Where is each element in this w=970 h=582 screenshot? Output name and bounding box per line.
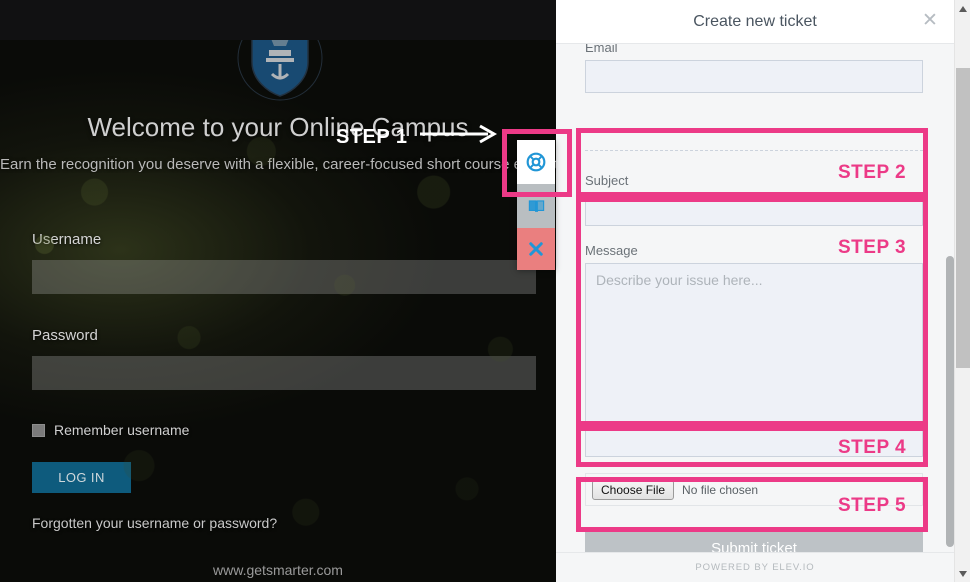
step-3-label: STEP 3 xyxy=(838,237,907,258)
panel-body: Email Subject Message Choose File No fil… xyxy=(556,40,954,569)
page-subtitle: Earn the recognition you deserve with a … xyxy=(0,156,556,173)
panel-title: Create new ticket xyxy=(693,12,817,30)
panel-footer: POWERED BY ELEV.IO xyxy=(556,552,954,582)
password-label: Password xyxy=(32,327,98,344)
close-icon[interactable]: ✕ xyxy=(920,11,940,32)
remember-username-row[interactable]: Remember username xyxy=(32,422,189,438)
choose-file-button[interactable]: Choose File xyxy=(592,479,675,500)
online-campus-page: Welcome to your Online Campus Earn the r… xyxy=(0,0,556,582)
site-url-text: www.getsmarter.com xyxy=(213,562,343,578)
message-field-group: Message xyxy=(585,243,923,462)
email-field-group: Email xyxy=(585,40,923,93)
remember-username-checkbox[interactable] xyxy=(32,423,45,437)
section-divider xyxy=(585,150,923,151)
remember-username-label: Remember username xyxy=(54,422,190,438)
step-1-highlight-box xyxy=(502,129,572,197)
email-input[interactable] xyxy=(585,60,923,93)
browser-scrollbar-thumb[interactable] xyxy=(956,68,970,368)
step-1-label: STEP 1 xyxy=(336,126,408,148)
step-4-label: STEP 4 xyxy=(838,437,907,458)
forgot-password-link[interactable]: Forgotten your username or password? xyxy=(32,515,277,531)
book-icon xyxy=(528,199,544,212)
username-label: Username xyxy=(32,231,102,248)
panel-scrollbar-thumb[interactable] xyxy=(946,256,954,547)
subject-input[interactable] xyxy=(585,193,923,226)
close-launcher-button[interactable] xyxy=(517,228,555,270)
site-header-bar xyxy=(0,0,556,40)
scroll-down-arrow-icon[interactable] xyxy=(955,565,970,582)
screenshot-root: Welcome to your Online Campus Earn the r… xyxy=(0,0,970,582)
file-status-text: No file chosen xyxy=(682,482,759,497)
step-1-arrow-icon xyxy=(420,124,498,144)
password-input[interactable] xyxy=(32,356,536,390)
message-textarea[interactable] xyxy=(585,263,923,457)
scroll-up-arrow-icon[interactable] xyxy=(955,0,970,17)
username-input[interactable] xyxy=(32,260,536,294)
panel-header: Create new ticket ✕ xyxy=(556,0,954,44)
browser-scrollbar[interactable] xyxy=(954,0,970,582)
log-in-button[interactable]: LOG IN xyxy=(32,462,131,493)
x-icon xyxy=(529,242,543,256)
step-2-label: STEP 2 xyxy=(838,162,907,183)
powered-by-text: POWERED BY ELEV.IO xyxy=(695,562,815,573)
step-5-label: STEP 5 xyxy=(838,495,907,516)
